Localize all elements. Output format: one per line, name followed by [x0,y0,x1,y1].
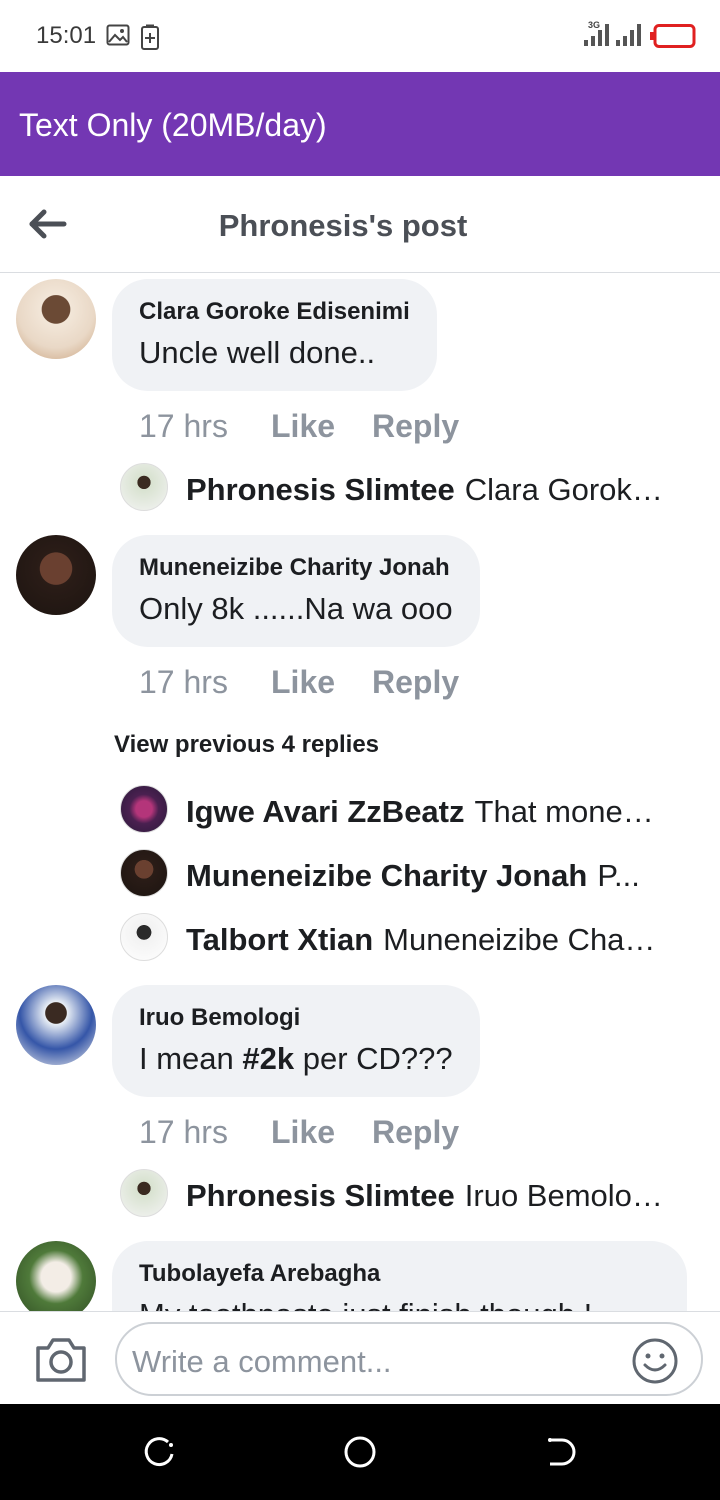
reply-row[interactable]: Phronesis Slimtee Clara Goroke Edisenimi … [186,472,664,508]
comment-actions: 17 hrs Like Reply [139,1114,459,1151]
comment-bubble[interactable]: Muneneizibe Charity Jonah Only 8k ......… [112,535,480,647]
avatar[interactable] [16,535,96,615]
reply-text: Clara Goroke Edisenimi ... [464,472,664,507]
battery-icon [650,24,696,48]
banner-text: Text Only (20MB/day) [19,107,327,143]
avatar[interactable] [16,279,96,359]
reply-row[interactable]: Muneneizibe Charity Jonah P... [186,858,664,894]
battery-plus-icon [141,24,159,50]
reply-author: Phronesis Slimtee [186,1178,455,1213]
comment-composer: Write a comment... [0,1311,720,1404]
reply-avatar[interactable] [120,463,168,511]
reply-button[interactable]: Reply [372,1114,459,1151]
comment-bubble[interactable]: Tubolayefa Arebagha My toothpaste just f… [112,1241,687,1311]
reply-avatar[interactable] [120,849,168,897]
comment-placeholder: Write a comment... [132,1344,392,1379]
comment-text: Uncle well done.. [139,335,376,370]
like-button[interactable]: Like [271,664,372,701]
comment-time[interactable]: 17 hrs [139,1114,271,1151]
page-title: Phronesis's post [218,208,468,243]
reply-text: Muneneizibe Charity ... [383,922,664,957]
back-icon[interactable] [542,1434,578,1470]
signal-strength-icon-sim2 [616,22,641,46]
comment-text: My toothpaste just finish though ! [139,1297,660,1311]
comment-time[interactable]: 17 hrs [139,408,271,445]
reply-author: Igwe Avari ZzBeatz [186,794,465,829]
comment-text-suffix: per CD??? [294,1041,453,1076]
reply-text: P... [597,858,640,893]
camera-icon[interactable] [34,1334,88,1384]
reply-author: Talbort Xtian [186,922,374,957]
like-button[interactable]: Like [271,408,372,445]
recent-apps-icon[interactable] [142,1434,178,1470]
data-mode-banner[interactable]: Text Only (20MB/day) [0,72,720,176]
comment-bubble[interactable]: Clara Goroke Edisenimi Uncle well done.. [112,279,437,391]
reply-text: That money ... [474,794,664,829]
reply-avatar[interactable] [120,1169,168,1217]
reply-button[interactable]: Reply [372,664,459,701]
image-icon [106,24,130,46]
comment-author[interactable]: Muneneizibe Charity Jonah [139,554,453,582]
reply-row[interactable]: Igwe Avari ZzBeatz That money ... [186,794,664,830]
view-previous-replies-link[interactable]: View previous 4 replies [114,731,379,759]
status-bar: 15:01 3G [0,0,720,72]
comment-author[interactable]: Tubolayefa Arebagha [139,1260,660,1288]
comment-text-prefix: I mean [139,1041,243,1076]
comment-author[interactable]: Clara Goroke Edisenimi [139,298,410,326]
comment-text-bold: #2k [242,1041,295,1076]
comment-text: I mean #2k per CD??? [139,1041,453,1077]
comment-actions: 17 hrs Like Reply [139,408,459,445]
comments-feed[interactable]: Clara Goroke Edisenimi Uncle well done..… [0,273,720,1311]
comment-actions: 17 hrs Like Reply [139,664,459,701]
reply-avatar[interactable] [120,785,168,833]
reply-author: Phronesis Slimtee [186,472,455,507]
comment-text: Only 8k ......Na wa ooo [139,591,453,626]
comment-author[interactable]: Iruo Bemologi [139,1004,453,1032]
reply-button[interactable]: Reply [372,408,459,445]
system-navigation-bar [0,1404,720,1500]
reply-row[interactable]: Talbort Xtian Muneneizibe Charity ... [186,922,664,958]
reply-author: Muneneizibe Charity Jonah [186,858,588,893]
reply-row[interactable]: Phronesis Slimtee Iruo Bemologi ... [186,1178,664,1214]
like-button[interactable]: Like [271,1114,372,1151]
comment-time[interactable]: 17 hrs [139,664,271,701]
reply-text: Iruo Bemologi ... [464,1178,664,1213]
reply-avatar[interactable] [120,913,168,961]
avatar[interactable] [16,1241,96,1311]
status-time: 15:01 [36,22,97,49]
signal-strength-icon [584,22,609,46]
comment-bubble[interactable]: Iruo Bemologi I mean #2k per CD??? [112,985,480,1097]
emoji-icon[interactable] [631,1337,679,1385]
comment-input[interactable]: Write a comment... [115,1322,703,1396]
home-icon[interactable] [342,1434,378,1470]
avatar[interactable] [16,985,96,1065]
post-header: Phronesis's post [0,176,720,273]
